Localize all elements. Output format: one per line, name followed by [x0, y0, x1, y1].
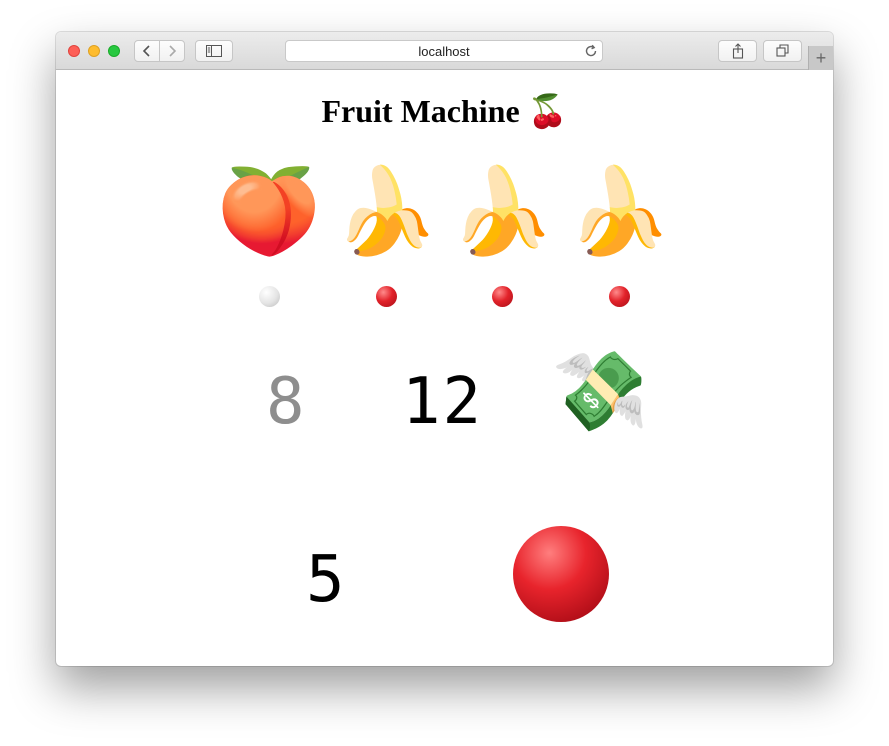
money-emoji: 💸: [551, 347, 649, 435]
back-button[interactable]: [135, 41, 160, 61]
tabs-icon: [775, 44, 789, 57]
hold-light-2[interactable]: [376, 286, 397, 307]
address-bar[interactable]: localhost: [285, 40, 603, 62]
banana-icon: 🍌: [566, 164, 672, 258]
spin-button[interactable]: [513, 526, 609, 622]
peach-icon: 🍑: [216, 164, 322, 258]
chevron-left-icon: [142, 45, 150, 57]
page-title-text: Fruit Machine: [321, 93, 520, 129]
hold-light-4[interactable]: [609, 286, 630, 307]
share-button[interactable]: [718, 40, 757, 62]
cherry-icon: 🍒: [527, 93, 568, 129]
page-title: Fruit Machine 🍒: [56, 92, 833, 130]
tabs-overview-button[interactable]: [763, 40, 802, 62]
reel-2[interactable]: 🍌: [331, 156, 441, 266]
sidebar-toggle-button[interactable]: [195, 40, 233, 62]
browser-toolbar: localhost +: [56, 32, 833, 70]
page-content: Fruit Machine 🍒 🍑 🍌 🍌 🍌 8 12 💸 5: [56, 70, 833, 666]
forward-button[interactable]: [160, 41, 184, 61]
hold-light-3[interactable]: [492, 286, 513, 307]
share-icon: [732, 43, 743, 59]
close-window-button[interactable]: [68, 45, 80, 57]
address-text: localhost: [418, 44, 470, 59]
banana-icon: 🍌: [333, 164, 439, 258]
navigation-buttons: [134, 40, 185, 62]
plus-icon: +: [815, 48, 827, 68]
middle-counter: 12: [402, 365, 484, 439]
flying-money-icon: 💸: [550, 346, 650, 436]
reel-1[interactable]: 🍑: [214, 156, 324, 266]
bottom-counter: 5: [306, 543, 345, 617]
minimize-window-button[interactable]: [88, 45, 100, 57]
banana-icon: 🍌: [449, 164, 555, 258]
browser-window: localhost + Fruit Machine �: [56, 32, 833, 666]
new-tab-button[interactable]: +: [808, 46, 833, 70]
left-counter: 8: [266, 365, 305, 439]
chevron-right-icon: [169, 45, 177, 57]
reload-icon[interactable]: [584, 44, 598, 58]
reel-3[interactable]: 🍌: [447, 156, 557, 266]
reel-4[interactable]: 🍌: [564, 156, 674, 266]
hold-light-1[interactable]: [259, 286, 280, 307]
maximize-window-button[interactable]: [108, 45, 120, 57]
sidebar-icon: [206, 45, 222, 57]
